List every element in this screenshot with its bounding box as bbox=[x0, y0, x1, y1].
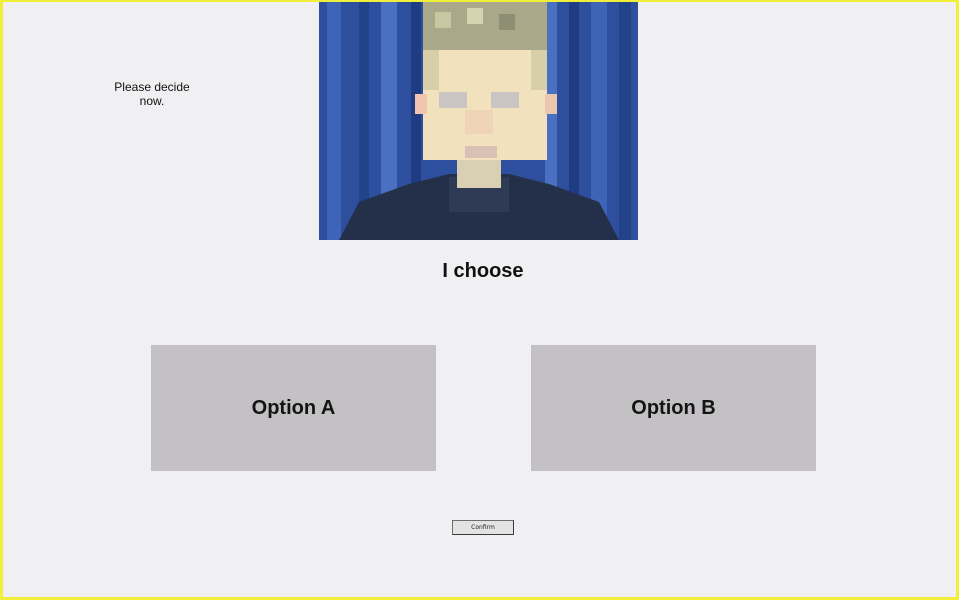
option-a-label: Option A bbox=[251, 396, 336, 419]
instruction-line-1: Please decide bbox=[114, 80, 190, 94]
option-a-button[interactable]: Option A bbox=[151, 345, 436, 471]
pixelated-face-image bbox=[319, 2, 638, 240]
option-b-button[interactable]: Option B bbox=[531, 345, 816, 471]
choice-heading: I choose bbox=[442, 260, 524, 282]
confirm-button[interactable]: Confirm bbox=[452, 520, 514, 535]
instruction-text: Please decide now. bbox=[95, 80, 209, 108]
webcam-video-feed bbox=[319, 2, 638, 240]
instruction-line-2: now. bbox=[139, 94, 165, 108]
experiment-window: Please decide now. I choose Option A Opt… bbox=[0, 0, 959, 600]
option-b-label: Option B bbox=[631, 396, 716, 419]
